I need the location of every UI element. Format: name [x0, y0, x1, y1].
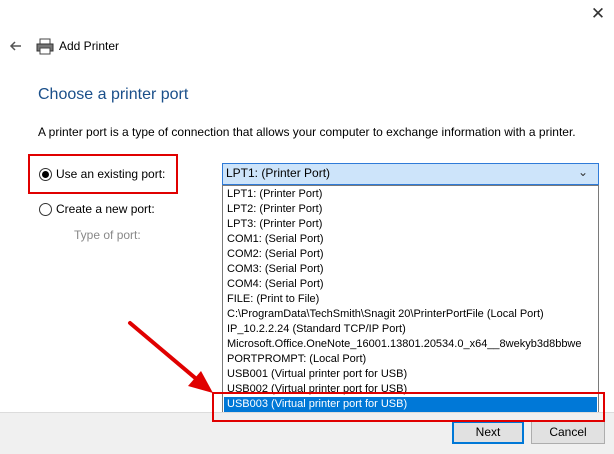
port-option[interactable]: USB001 (Virtual printer port for USB) [224, 367, 597, 382]
page-heading: Choose a printer port [38, 86, 189, 103]
port-dropdown-list[interactable]: LPT1: (Printer Port) LPT2: (Printer Port… [222, 185, 599, 413]
port-option[interactable]: COM3: (Serial Port) [224, 262, 597, 277]
port-option[interactable]: LPT3: (Printer Port) [224, 217, 597, 232]
close-icon[interactable]: ✕ [588, 4, 608, 24]
port-option[interactable]: C:\ProgramData\TechSmith\Snagit 20\Print… [224, 307, 597, 322]
page-description: A printer port is a type of connection t… [38, 125, 576, 139]
existing-port-label[interactable]: Use an existing port: [56, 167, 165, 181]
annotation-arrow [128, 321, 213, 393]
window-title: Add Printer [59, 39, 120, 53]
chevron-down-icon[interactable]: ⌄ [578, 165, 588, 179]
port-option[interactable]: LPT1: (Printer Port) [224, 187, 597, 202]
selected-port-highlight [212, 392, 605, 422]
port-option[interactable]: IP_10.2.2.24 (Standard TCP/IP Port) [224, 322, 597, 337]
printer-icon [36, 38, 54, 55]
port-option[interactable]: LPT2: (Printer Port) [224, 202, 597, 217]
port-option[interactable]: COM4: (Serial Port) [224, 277, 597, 292]
port-option[interactable]: PORTPROMPT: (Local Port) [224, 352, 597, 367]
port-option[interactable]: Microsoft.Office.OneNote_16001.13801.205… [224, 337, 597, 352]
cancel-button[interactable]: Cancel [531, 421, 605, 444]
next-button[interactable]: Next [452, 421, 524, 444]
existing-port-radio[interactable] [39, 168, 52, 181]
new-port-radio[interactable] [39, 203, 52, 216]
port-option[interactable]: COM1: (Serial Port) [224, 232, 597, 247]
back-arrow-icon[interactable] [6, 36, 26, 56]
port-select-value: LPT1: (Printer Port) [226, 166, 331, 180]
type-of-port-label: Type of port: [74, 228, 141, 242]
port-option[interactable]: COM2: (Serial Port) [224, 247, 597, 262]
new-port-label[interactable]: Create a new port: [56, 202, 155, 216]
port-option[interactable]: FILE: (Print to File) [224, 292, 597, 307]
